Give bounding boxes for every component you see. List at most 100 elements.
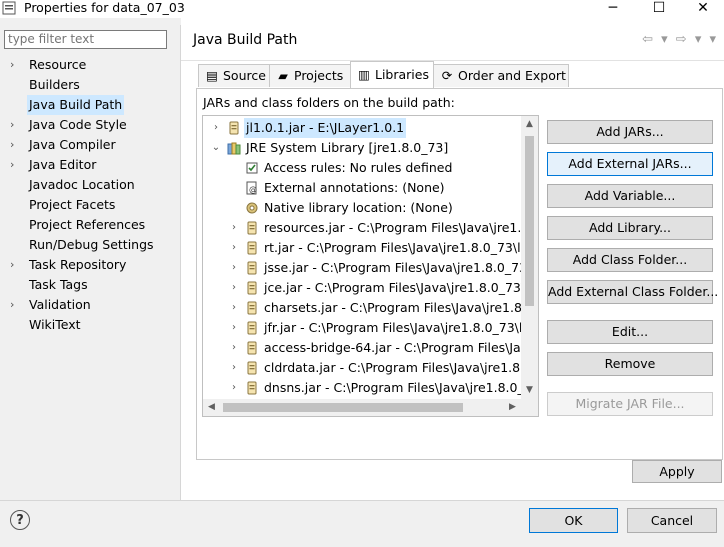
nav-item-label: Validation bbox=[29, 297, 91, 312]
horizontal-scroll-thumb[interactable] bbox=[223, 403, 463, 412]
chevron-right-icon[interactable]: › bbox=[211, 118, 221, 138]
access-rules-icon bbox=[245, 161, 259, 175]
chevron-right-icon[interactable]: › bbox=[229, 358, 239, 378]
entry-label: dnsns.jar - C:\Program Files\Java\jre1.8… bbox=[264, 380, 539, 395]
nav-item-label: WikiText bbox=[29, 317, 81, 332]
remove-button[interactable]: Remove bbox=[547, 352, 713, 376]
jar-icon bbox=[245, 261, 259, 275]
build-path-entry[interactable]: › resources.jar - C:\Program Files\Java\j… bbox=[203, 218, 538, 238]
tab-source[interactable]: ▤ Source bbox=[198, 64, 270, 87]
source-folder-icon: ▤ bbox=[206, 68, 218, 83]
close-button[interactable]: ✕ bbox=[680, 0, 724, 18]
chevron-right-icon[interactable]: › bbox=[229, 378, 239, 398]
add-variable-button[interactable]: Add Variable... bbox=[547, 184, 713, 208]
jar-icon bbox=[245, 301, 259, 315]
entry-label: Access rules: No rules defined bbox=[264, 160, 453, 175]
add-class-folder-button[interactable]: Add Class Folder... bbox=[547, 248, 713, 272]
chevron-right-icon[interactable]: › bbox=[10, 135, 20, 155]
entry-label: jfr.jar - C:\Program Files\Java\jre1.8.0… bbox=[264, 320, 534, 335]
add-external-jars-button[interactable]: Add External JARs... bbox=[547, 152, 713, 176]
property-page-nav: › Resource Builders Java Build Path › Java Co… bbox=[0, 25, 180, 500]
libraries-tab-content: JARs and class folders on the build path… bbox=[196, 88, 723, 460]
cancel-button[interactable]: Cancel bbox=[627, 508, 717, 533]
add-jars-button[interactable]: Add JARs... bbox=[547, 120, 713, 144]
build-path-tree[interactable]: › jl1.0.1.jar - E:\JLayer1.0.1 ⌄ JRE System… bbox=[202, 115, 539, 417]
entry-label: Native library location: (None) bbox=[264, 200, 453, 215]
entry-label: charsets.jar - C:\Program Files\Java\jre… bbox=[264, 300, 538, 315]
scroll-right-icon[interactable]: ▶ bbox=[504, 399, 521, 416]
tab-label: Libraries bbox=[375, 67, 429, 82]
jar-icon bbox=[245, 341, 259, 355]
chevron-right-icon[interactable]: › bbox=[10, 55, 20, 75]
build-path-entry[interactable]: › jsse.jar - C:\Program Files\Java\jre1.8… bbox=[203, 258, 538, 278]
nav-item-label: Java Build Path bbox=[27, 95, 125, 115]
build-path-entry[interactable]: › access-bridge-64.jar - C:\Program Files… bbox=[203, 338, 536, 358]
build-path-entry[interactable]: @ External annotations: (None) bbox=[203, 178, 533, 198]
chevron-right-icon[interactable]: › bbox=[10, 155, 20, 175]
vertical-scrollbar[interactable]: ▲ ▼ bbox=[521, 116, 538, 399]
build-path-entry[interactable]: › cldrdata.jar - C:\Program Files\Java\jr… bbox=[203, 358, 538, 378]
chevron-right-icon[interactable]: › bbox=[229, 338, 239, 358]
build-path-page: Java Build Path ⇦ ▾ ⇨ ▾ ▾ ▤ Source ▰ Proje… bbox=[181, 18, 724, 500]
scroll-corner bbox=[521, 399, 538, 416]
build-path-entry[interactable]: › rt.jar - C:\Program Files\Java\jre1.8.0… bbox=[203, 238, 533, 258]
maximize-button[interactable]: ☐ bbox=[636, 0, 682, 18]
entry-label: rt.jar - C:\Program Files\Java\jre1.8.0_… bbox=[264, 240, 532, 255]
build-path-entry[interactable]: ⌄ JRE System Library [jre1.8.0_73] bbox=[203, 138, 533, 158]
libraries-icon: ▥ bbox=[358, 67, 370, 82]
chevron-right-icon[interactable]: › bbox=[229, 238, 239, 258]
chevron-right-icon[interactable]: › bbox=[229, 278, 239, 298]
horizontal-scrollbar[interactable]: ◀ ▶ bbox=[203, 399, 538, 416]
build-path-entry[interactable]: › jl1.0.1.jar - E:\JLayer1.0.1 bbox=[203, 118, 533, 138]
scroll-down-icon[interactable]: ▼ bbox=[521, 382, 538, 399]
migrate-jar-file-button[interactable]: Migrate JAR File... bbox=[547, 392, 713, 416]
build-path-entry[interactable]: › jce.jar - C:\Program Files\Java\jre1.8.… bbox=[203, 278, 538, 298]
tab-projects[interactable]: ▰ Projects bbox=[269, 64, 351, 87]
title-bar: Properties for data_07_03 ─ ☐ ✕ bbox=[0, 0, 724, 18]
chevron-right-icon[interactable]: › bbox=[229, 258, 239, 278]
entry-label: jce.jar - C:\Program Files\Java\jre1.8.0… bbox=[264, 280, 539, 295]
jar-icon bbox=[245, 361, 259, 375]
nav-item-label: Java Compiler bbox=[29, 137, 116, 152]
tab-order-and-export[interactable]: ⟳ Order and Export bbox=[433, 64, 569, 87]
chevron-right-icon[interactable]: › bbox=[10, 295, 20, 315]
build-path-caption: JARs and class folders on the build path… bbox=[203, 95, 455, 110]
minimize-button[interactable]: ─ bbox=[590, 0, 636, 18]
nav-item-label: Javadoc Location bbox=[29, 177, 135, 192]
entry-label: jsse.jar - C:\Program Files\Java\jre1.8.… bbox=[264, 260, 539, 275]
chevron-right-icon[interactable]: › bbox=[10, 255, 20, 275]
scroll-up-icon[interactable]: ▲ bbox=[521, 116, 538, 133]
window-title: Properties for data_07_03 bbox=[24, 0, 185, 15]
add-external-class-folder-button[interactable]: Add External Class Folder... bbox=[547, 280, 718, 304]
jar-icon bbox=[227, 121, 241, 135]
ok-button[interactable]: OK bbox=[529, 508, 618, 533]
chevron-down-icon[interactable]: ⌄ bbox=[211, 138, 221, 158]
title-separator bbox=[181, 60, 724, 61]
page-history-nav[interactable]: ⇦ ▾ ⇨ ▾ ▾ bbox=[642, 32, 718, 47]
build-path-entry[interactable]: Access rules: No rules defined bbox=[203, 158, 533, 178]
tab-libraries[interactable]: ▥ Libraries bbox=[350, 61, 434, 88]
chevron-right-icon[interactable]: › bbox=[10, 115, 20, 135]
footer-separator bbox=[0, 500, 724, 501]
chevron-right-icon[interactable]: › bbox=[229, 318, 239, 338]
entry-label: External annotations: (None) bbox=[264, 180, 445, 195]
filter-input[interactable] bbox=[4, 30, 167, 49]
tab-label: Order and Export bbox=[458, 68, 566, 83]
build-path-entry[interactable]: › jfr.jar - C:\Program Files\Java\jre1.8.… bbox=[203, 318, 534, 338]
scroll-left-icon[interactable]: ◀ bbox=[203, 399, 220, 416]
vertical-scroll-thumb[interactable] bbox=[525, 136, 534, 306]
edit-button[interactable]: Edit... bbox=[547, 320, 713, 344]
native-library-icon bbox=[245, 201, 259, 215]
entry-label: access-bridge-64.jar - C:\Program Files\… bbox=[264, 340, 536, 355]
nav-item-label: Task Repository bbox=[29, 257, 127, 272]
chevron-right-icon[interactable]: › bbox=[229, 218, 239, 238]
chevron-right-icon[interactable]: › bbox=[229, 298, 239, 318]
apply-button[interactable]: Apply bbox=[632, 460, 722, 483]
build-path-entry[interactable]: Native library location: (None) bbox=[203, 198, 533, 218]
build-path-entry[interactable]: › dnsns.jar - C:\Program Files\Java\jre1.… bbox=[203, 378, 538, 398]
nav-item-label: Run/Debug Settings bbox=[29, 237, 154, 252]
add-library-button[interactable]: Add Library... bbox=[547, 216, 713, 240]
help-icon[interactable]: ? bbox=[10, 510, 30, 530]
nav-item-label: Project Facets bbox=[29, 197, 116, 212]
build-path-entry[interactable]: › charsets.jar - C:\Program Files\Java\jr… bbox=[203, 298, 538, 318]
